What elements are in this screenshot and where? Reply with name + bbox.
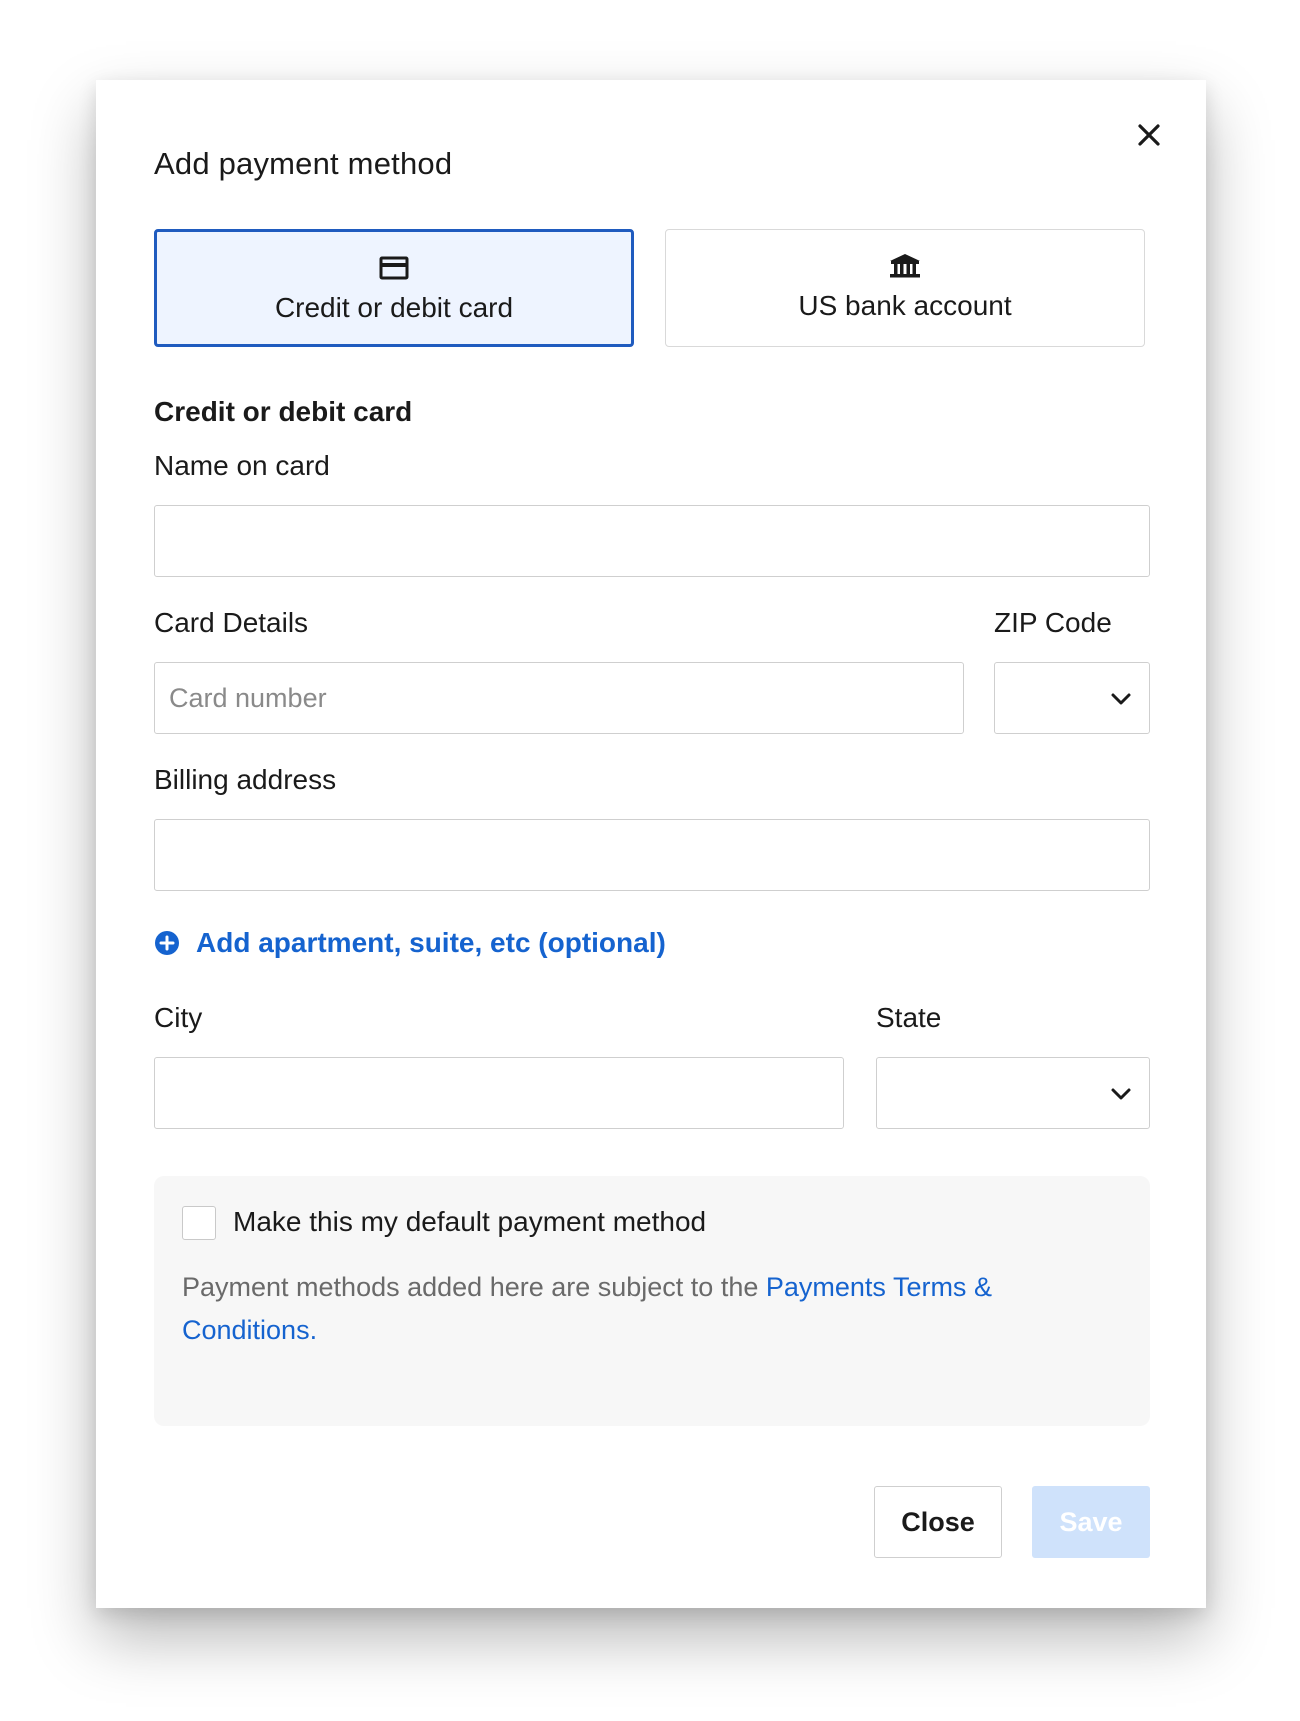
terms-prefix: Payment methods added here are subject t… (182, 1272, 766, 1302)
tab-credit-or-debit-card[interactable]: Credit or debit card (154, 229, 634, 347)
billing-address-input[interactable] (154, 819, 1150, 891)
default-payment-box: Make this my default payment method Paym… (154, 1176, 1150, 1426)
add-apartment-label: Add apartment, suite, etc (optional) (196, 927, 666, 958)
close-button[interactable]: Close (874, 1486, 1002, 1558)
name-on-card-label: Name on card (154, 450, 330, 481)
city-input[interactable] (154, 1057, 844, 1129)
card-number-input[interactable] (154, 662, 964, 734)
save-button[interactable]: Save (1032, 1486, 1150, 1558)
state-label: State (876, 1002, 942, 1033)
default-payment-label: Make this my default payment method (233, 1206, 707, 1237)
state-select[interactable] (876, 1057, 1150, 1129)
section-heading: Credit or debit card (154, 396, 413, 427)
default-payment-checkbox[interactable] (182, 1206, 216, 1240)
credit-card-icon (377, 254, 411, 282)
chevron-down-icon (1109, 1082, 1133, 1106)
tab-us-bank-account[interactable]: US bank account (665, 229, 1145, 347)
name-on-card-input[interactable] (154, 505, 1150, 577)
zip-code-select[interactable] (994, 662, 1150, 734)
card-details-label: Card Details (154, 607, 309, 638)
zip-code-label: ZIP Code (994, 607, 1112, 638)
dialog-title: Add payment method (154, 146, 453, 181)
chevron-down-icon (1109, 687, 1133, 711)
close-icon[interactable] (1134, 120, 1164, 150)
tab-label: Credit or debit card (274, 292, 514, 323)
terms-text: Payment methods added here are subject t… (182, 1266, 1062, 1352)
tab-label: US bank account (798, 290, 1012, 321)
add-payment-dialog: Add payment method Credit or debit card … (96, 80, 1206, 1608)
plus-circle-icon (154, 930, 180, 956)
add-apartment-link[interactable]: Add apartment, suite, etc (optional) (154, 923, 666, 963)
bank-icon (888, 252, 922, 280)
billing-address-label: Billing address (154, 764, 337, 795)
city-label: City (154, 1002, 203, 1033)
